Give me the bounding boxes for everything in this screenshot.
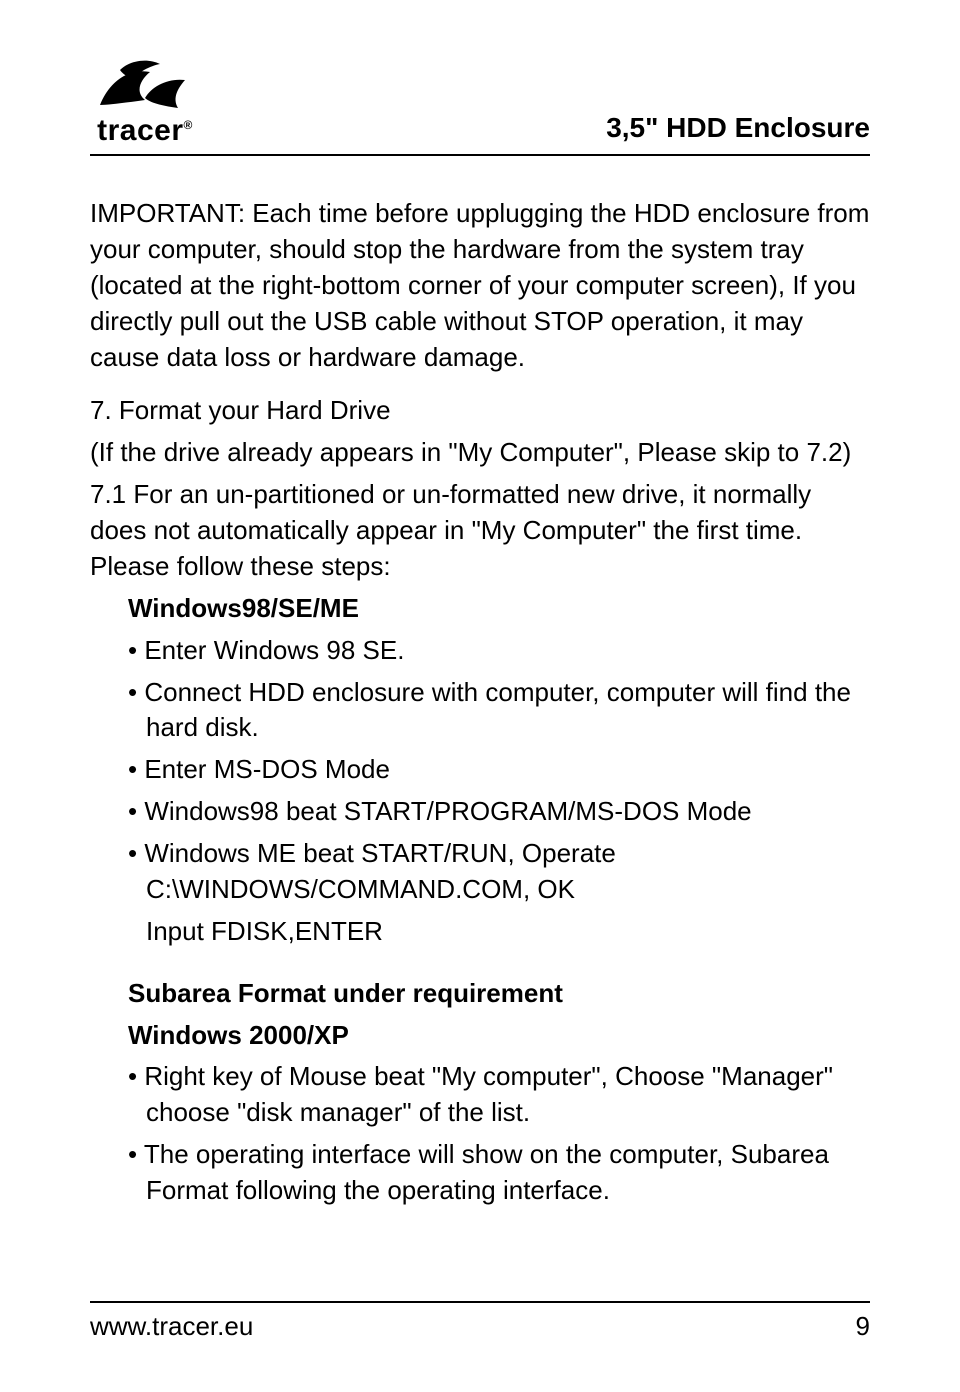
list-item: • Right key of Mouse beat "My computer",… — [128, 1059, 870, 1131]
page-footer: www.tracer.eu 9 — [90, 1301, 870, 1342]
page-number: 9 — [856, 1311, 870, 1342]
list-item: • The operating interface will show on t… — [128, 1137, 870, 1209]
important-note: IMPORTANT: Each time before upplugging t… — [90, 196, 870, 375]
logo-swirl-icon — [90, 50, 200, 120]
page-content: IMPORTANT: Each time before upplugging t… — [90, 196, 870, 1209]
win98-heading: Windows98/SE/ME — [128, 591, 870, 627]
list-item: • Enter Windows 98 SE. — [128, 633, 870, 669]
footer-url: www.tracer.eu — [90, 1311, 253, 1342]
win2k-heading: Windows 2000/XP — [128, 1018, 870, 1054]
document-title: 3,5" HDD Enclosure — [606, 112, 870, 144]
section-7-title: 7. Format your Hard Drive — [90, 393, 870, 429]
list-item: • Connect HDD enclosure with computer, c… — [128, 675, 870, 747]
fdisk-line: Input FDISK,ENTER — [128, 914, 870, 950]
brand-logo: tracer® — [90, 50, 200, 148]
subarea-heading: Subarea Format under requirement — [128, 976, 870, 1012]
list-item: • Windows98 beat START/PROGRAM/MS-DOS Mo… — [128, 794, 870, 830]
brand-name: tracer® — [97, 114, 193, 148]
list-item: • Enter MS-DOS Mode — [128, 752, 870, 788]
page-header: tracer® 3,5" HDD Enclosure — [90, 50, 870, 156]
section-7-note: (If the drive already appears in "My Com… — [90, 435, 870, 471]
list-item: • Windows ME beat START/RUN, Operate C:\… — [128, 836, 870, 908]
section-7-1: 7.1 For an un-partitioned or un-formatte… — [90, 477, 870, 585]
